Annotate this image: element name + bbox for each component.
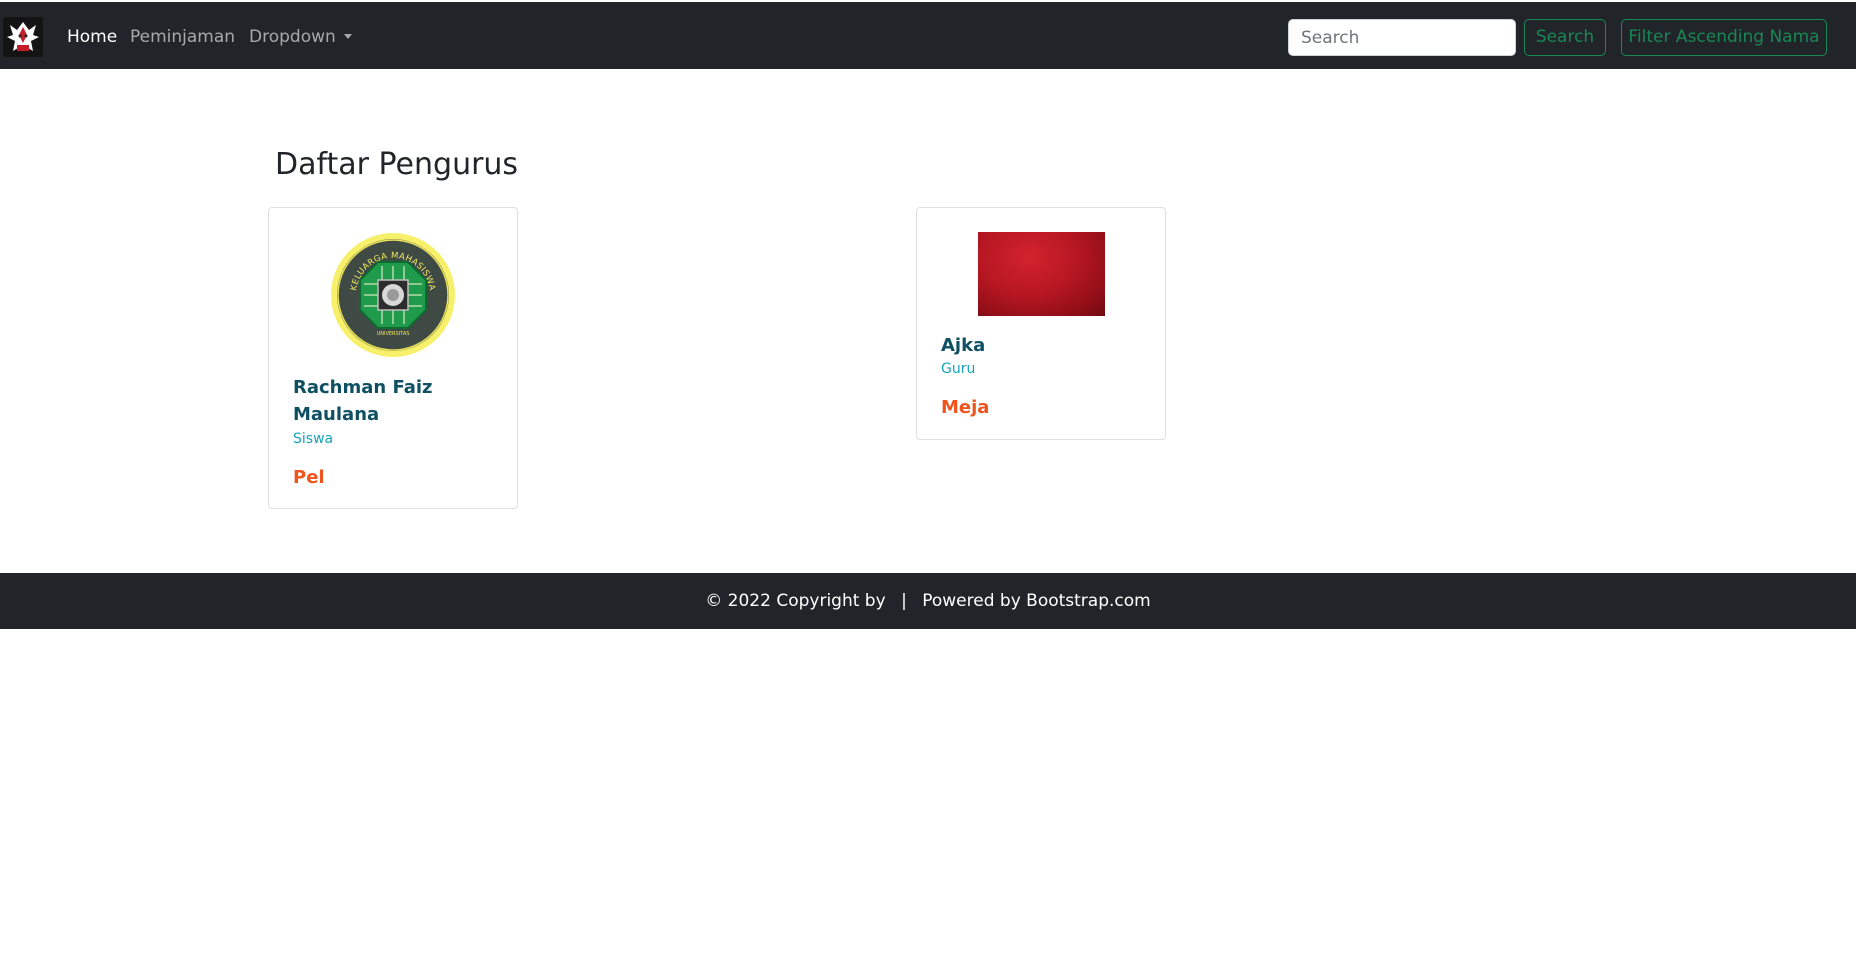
gundam-logo-icon [3, 17, 43, 57]
nav-link-home[interactable]: Home [67, 26, 117, 48]
pengurus-card: Ajka Guru Meja [916, 207, 1166, 440]
top-navbar: Home Peminjaman Dropdown Search Filter A… [0, 0, 1856, 69]
emblem-subtext: UNIVERSITAS [377, 331, 410, 337]
filter-ascending-button[interactable]: Filter Ascending Nama [1621, 19, 1827, 56]
page-footer: © 2022 Copyright by | Powered by Bootstr… [0, 573, 1856, 629]
red-texture-image [978, 232, 1105, 316]
card-item: Pel [293, 467, 325, 488]
nav-dropdown-label: Dropdown [249, 27, 336, 47]
footer-powered-by: Powered by Bootstrap.com [922, 591, 1151, 611]
caret-down-icon [343, 34, 352, 39]
card-item: Meja [941, 397, 990, 418]
card-name: Rachman Faiz Maulana [293, 377, 433, 425]
card-role: Siswa [293, 431, 334, 447]
search-input[interactable] [1288, 19, 1516, 56]
card-name: Ajka [941, 335, 986, 356]
brand-logo[interactable] [3, 17, 43, 57]
footer-copyright: © 2022 Copyright by [705, 591, 886, 611]
search-button[interactable]: Search [1524, 19, 1606, 56]
kmk-emblem-image: KELUARGA MAHASISWA KOMPUTER UNIVERSITAS [330, 232, 455, 357]
page-title: Daftar Pengurus [275, 147, 519, 182]
card-role: Guru [941, 361, 976, 377]
pengurus-card: KELUARGA MAHASISWA KOMPUTER UNIVERSITAS … [268, 207, 518, 509]
footer-separator: | [901, 591, 907, 611]
nav-dropdown-toggle[interactable]: Dropdown [249, 26, 352, 48]
nav-link-peminjaman[interactable]: Peminjaman [130, 26, 235, 48]
